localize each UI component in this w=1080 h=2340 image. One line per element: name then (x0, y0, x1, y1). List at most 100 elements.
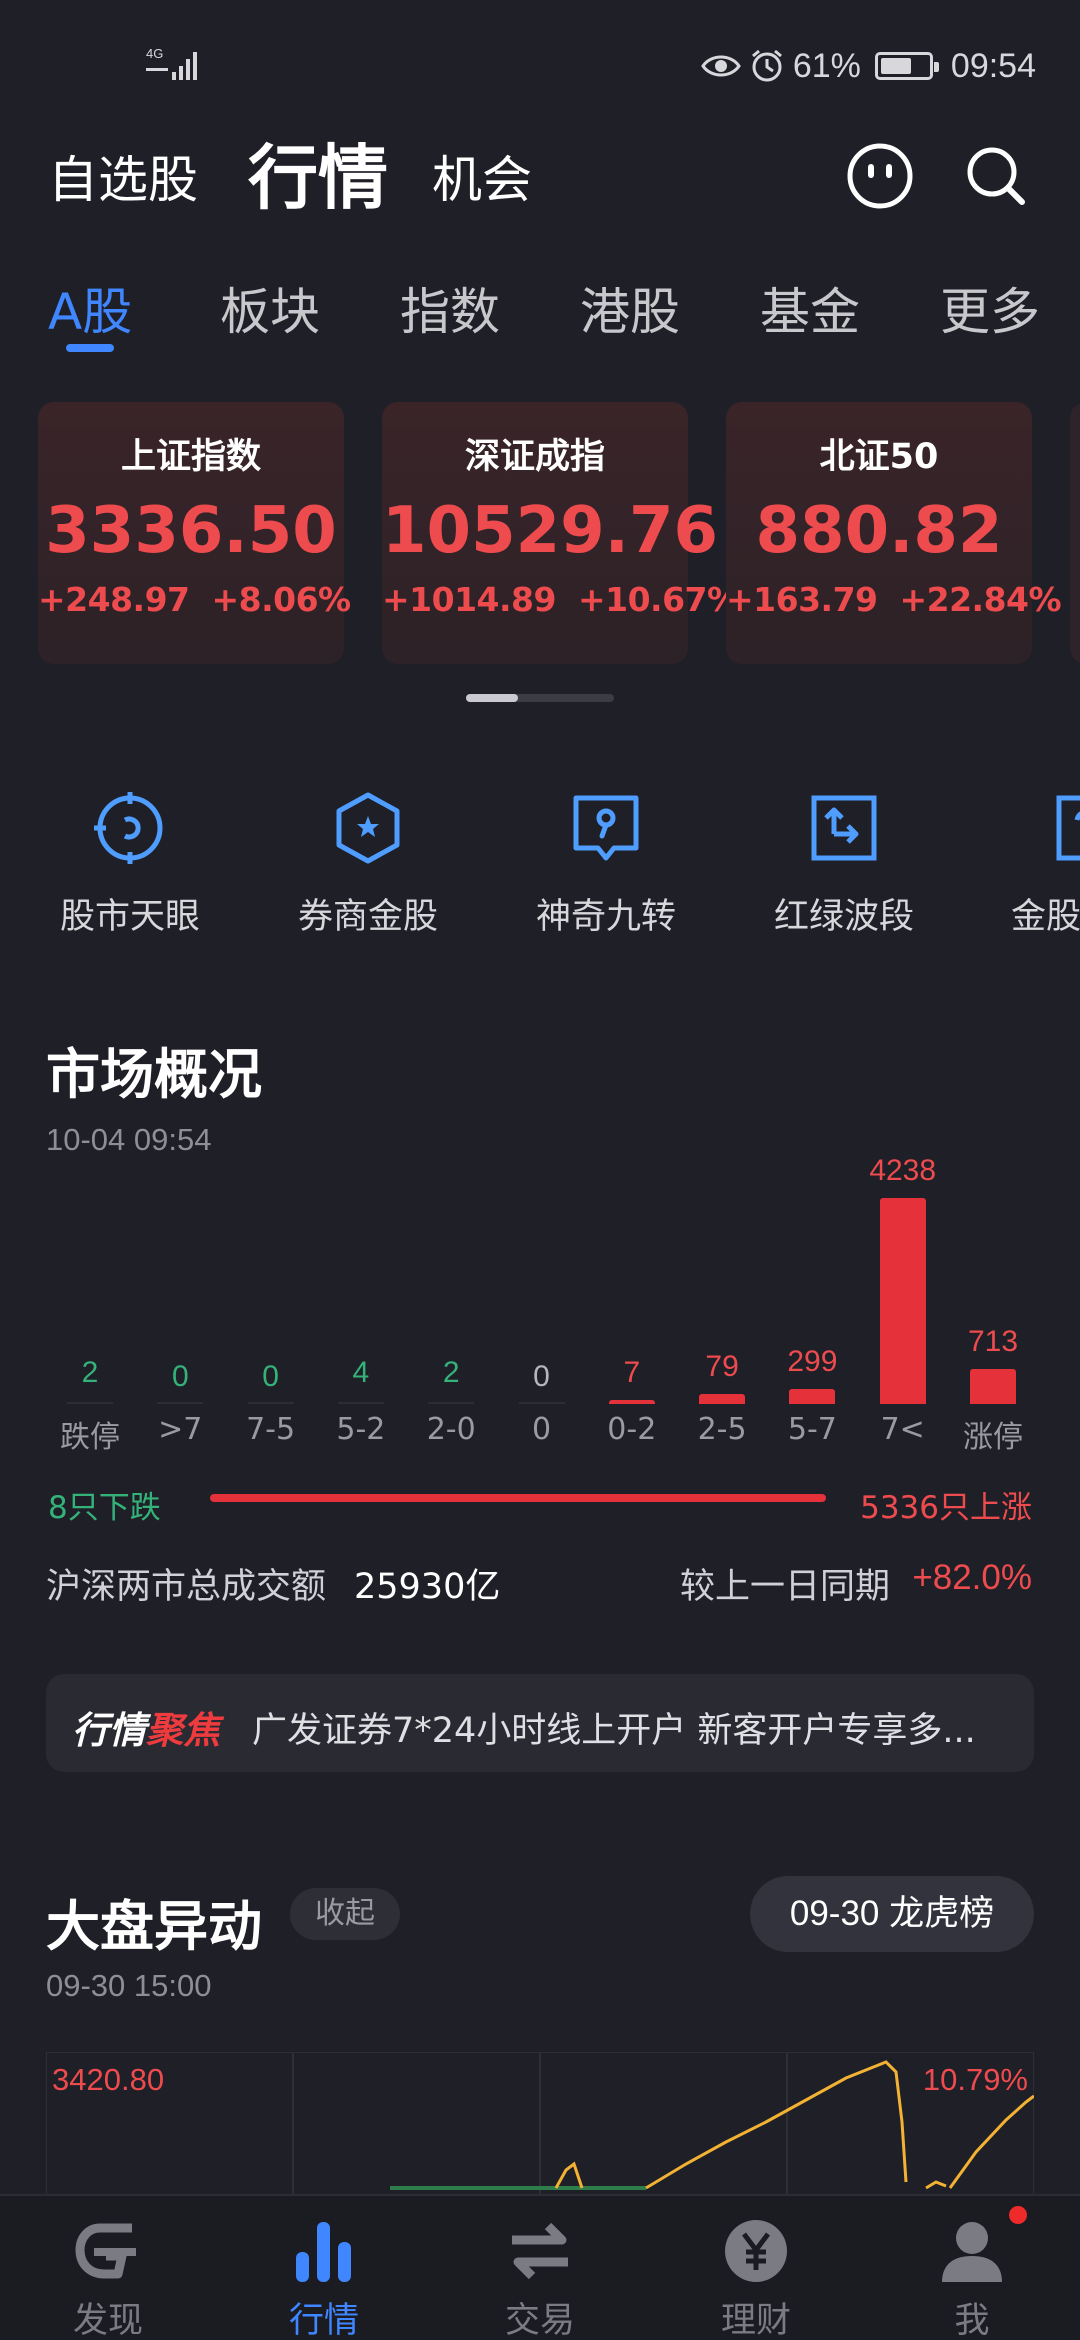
bar-value-label: 713 (967, 1325, 1019, 1358)
discover-logo-icon (75, 2223, 136, 2279)
tab-sectors[interactable]: 板块 (220, 272, 320, 344)
bar-category-label: >7 (158, 1412, 203, 1447)
bar-chart-icon (296, 2222, 351, 2282)
bar-value-label: 0 (171, 1360, 189, 1393)
market-move-title: 大盘异动 (46, 1895, 262, 1958)
compare-label: 较上一日同期 (680, 1567, 891, 1607)
bar-value-label: 0 (533, 1360, 550, 1393)
eye-icon (701, 55, 741, 77)
turnover-value: 25930亿 (354, 1567, 501, 1607)
bar (970, 1369, 1016, 1404)
bar (608, 1400, 655, 1404)
bar-baseline (337, 1402, 384, 1404)
bar (699, 1394, 746, 1404)
alarm-icon (751, 49, 782, 82)
bar-category-label: 5-7 (787, 1412, 837, 1447)
bar-value-label: 0 (262, 1360, 279, 1393)
index-card-beizheng[interactable]: 北证50 880.82 +163.79 +22.84% (726, 402, 1062, 664)
nav-label: 发现 (72, 2301, 143, 2340)
tool-magic-nine[interactable]: 神奇九转 (511, 790, 701, 939)
tab-market[interactable]: 行情 (248, 122, 388, 223)
tab-a-shares[interactable]: A股 (48, 272, 132, 344)
search-icon[interactable] (962, 142, 1030, 210)
bar-value-label: 4 (352, 1356, 370, 1389)
yuan-coin-icon (725, 2220, 787, 2282)
nav-label: 理财 (720, 2301, 791, 2340)
bar-category-label: 跌停 (60, 1420, 120, 1455)
index-change: +1014.89 +10.67% (382, 580, 740, 619)
nav-discover[interactable]: 发现 (33, 2216, 183, 2340)
bar-value-label: 2 (81, 1356, 99, 1389)
bottom-nav: 发现 行情 交易 理财 我 (0, 2194, 1080, 2340)
collapse-button[interactable]: 收起 (290, 1888, 400, 1940)
nav-market[interactable]: 行情 (249, 2216, 399, 2340)
up-down-ratio-bar (210, 1494, 826, 1502)
tool-label: 红绿波段 (773, 897, 914, 937)
tool-label: 股市天眼 (59, 897, 200, 937)
market-overview-timestamp: 10-04 09:54 (46, 1122, 212, 1157)
nav-label: 我 (954, 2301, 990, 2340)
tab-hk-stocks[interactable]: 港股 (580, 272, 680, 344)
bar-category-label: 2-0 (426, 1412, 476, 1447)
focus-tag: 行情聚焦 (72, 1709, 220, 1752)
bar-category-label: 涨停 (963, 1420, 1023, 1455)
chart-high-pct: 10.79% (922, 2062, 1028, 2097)
bar (789, 1389, 836, 1404)
index-change: +163.79 +22.84% (726, 580, 1062, 619)
network-type: 4G (146, 46, 163, 61)
tab-watchlist[interactable]: 自选股 (48, 140, 198, 212)
dragon-tiger-button[interactable]: 09-30 龙虎榜 (750, 1876, 1034, 1952)
index-card-next-partial[interactable] (1070, 402, 1080, 664)
bar-value-label: 7 (623, 1356, 641, 1389)
nav-label: 交易 (504, 2301, 575, 2340)
carousel-indicator (466, 694, 518, 702)
turnover-label: 沪深两市总成交额 (46, 1567, 327, 1607)
bar-baseline (247, 1402, 294, 1404)
nav-wealth[interactable]: 理财 (681, 2216, 831, 2340)
index-card-shanghai[interactable]: 上证指数 3336.50 +248.97 +8.06% (38, 402, 351, 664)
up-count: 5336只上涨 (860, 1490, 1032, 1526)
chart-high-value: 3420.80 (52, 2062, 165, 2097)
compare-value: +82.0% (912, 1558, 1032, 1597)
index-name: 北证50 (819, 437, 939, 477)
tab-opportunity[interactable]: 机会 (432, 140, 532, 212)
status-bar: 4G 61% 09:54 (0, 0, 1080, 130)
market-overview-title: 市场概况 (46, 1043, 262, 1106)
tool-red-green-wave[interactable]: 红绿波段 (749, 790, 939, 939)
star-hexagon-icon (336, 792, 400, 864)
active-tab-indicator (66, 344, 114, 352)
tab-funds[interactable]: 基金 (760, 272, 860, 344)
tool-label: 券商金股 (297, 897, 438, 937)
signal-icon: 4G (146, 46, 197, 80)
bar-baseline (428, 1402, 475, 1404)
exchange-arrows-icon (512, 2222, 568, 2280)
market-move-timestamp: 09-30 15:00 (46, 1968, 212, 2003)
clock: 09:54 (950, 46, 1036, 85)
tool-market-eye[interactable]: 股市天眼 (35, 790, 225, 939)
bar-value-label: 299 (787, 1345, 838, 1378)
index-card-shenzhen[interactable]: 深证成指 10529.76 +1014.89 +10.67% (382, 402, 740, 664)
tool-gold-stocks-partial[interactable]: 金股 (987, 790, 1080, 939)
battery-icon (874, 52, 939, 80)
bar-category-label: 7< (880, 1412, 925, 1447)
tab-more[interactable]: 更多 (940, 272, 1040, 344)
nav-label: 行情 (288, 2301, 359, 2340)
status-right: 61% 09:54 (701, 44, 1036, 88)
market-focus-banner[interactable]: 行情聚焦 广发证券7*24小时线上开户 新客开户专享多... (46, 1674, 1034, 1772)
bar-value-label: 2 (442, 1356, 460, 1389)
focus-headline: 广发证券7*24小时线上开户 新客开户专享多... (252, 1711, 976, 1751)
tool-broker-picks[interactable]: 券商金股 (273, 790, 463, 939)
bar-category-label: 2-5 (697, 1412, 747, 1447)
nav-me[interactable]: 我 (897, 2216, 1047, 2340)
assistant-face-icon[interactable] (846, 142, 914, 210)
bar (879, 1198, 926, 1404)
bar-baseline (518, 1402, 565, 1404)
bar-value-label: 4238 (869, 1154, 937, 1187)
tab-indices[interactable]: 指数 (400, 272, 500, 344)
map-pin-board-icon (573, 795, 639, 861)
bar-baseline (67, 1402, 113, 1404)
index-value: 3336.50 (45, 494, 337, 568)
index-value: 880.82 (755, 494, 1003, 568)
index-change: +248.97 +8.06% (38, 580, 351, 619)
nav-trade[interactable]: 交易 (465, 2216, 615, 2340)
